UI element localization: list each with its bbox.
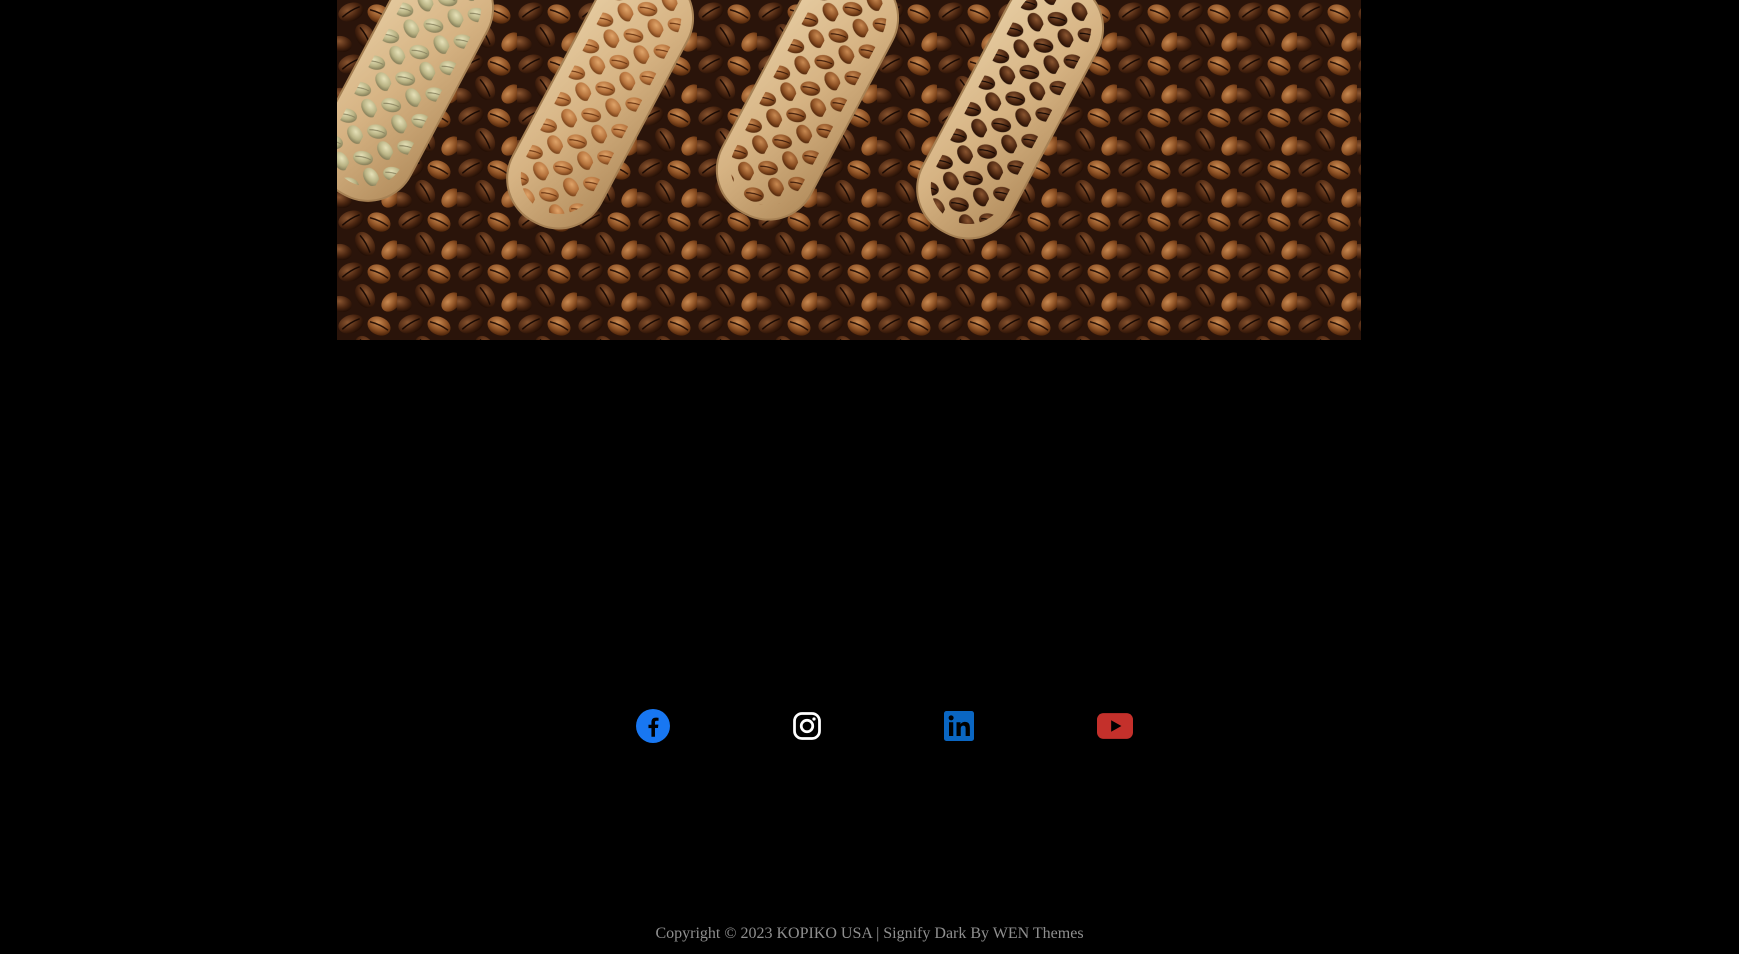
footer-separator: | (872, 925, 884, 942)
youtube-link[interactable] (1095, 706, 1135, 746)
linkedin-icon (944, 711, 974, 741)
youtube-icon (1097, 713, 1133, 739)
copyright-text: Copyright © 2023 KOPIKO USA (655, 925, 873, 942)
theme-link[interactable]: Signify Dark (883, 925, 966, 942)
facebook-link[interactable] (633, 706, 673, 746)
instagram-icon (793, 712, 821, 740)
page: Copyright © 2023 KOPIKO USA | Signify Da… (0, 0, 1739, 954)
social-links (0, 706, 1739, 746)
instagram-link[interactable] (787, 706, 827, 746)
coffee-beans-illustration (337, 0, 1361, 340)
author-link[interactable]: WEN Themes (993, 925, 1084, 942)
linkedin-link[interactable] (939, 706, 979, 746)
facebook-icon (636, 709, 670, 743)
by-text: By (966, 925, 993, 942)
site-footer: Copyright © 2023 KOPIKO USA | Signify Da… (0, 922, 1739, 946)
hero-image (337, 0, 1361, 340)
